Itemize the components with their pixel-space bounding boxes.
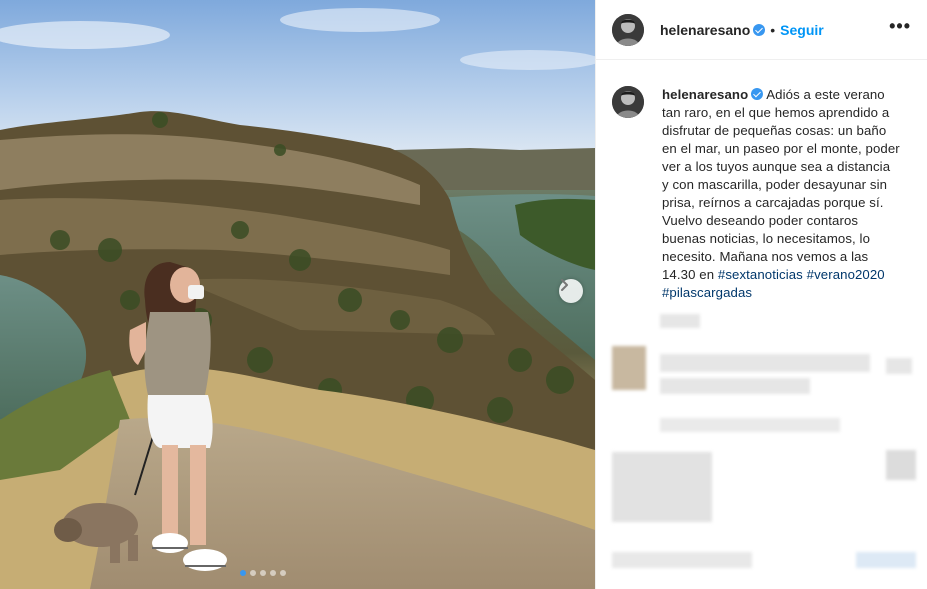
blurred-like-icon	[886, 358, 912, 374]
caption-text-block: helenaresano Adiós a este verano tan rar…	[662, 86, 900, 302]
hashtag-link[interactable]: #verano2020	[807, 267, 885, 282]
carousel-dot	[240, 570, 246, 576]
post-photo[interactable]	[0, 0, 595, 589]
blurred-comment-text	[660, 354, 870, 372]
verified-badge-icon	[753, 23, 766, 36]
header-separator: •	[770, 21, 776, 38]
chevron-right-icon	[561, 279, 568, 291]
carousel-dot	[250, 570, 256, 576]
blurred-comment-avatar	[612, 346, 646, 390]
hashtag-link[interactable]: #pilascargadas	[662, 285, 752, 300]
blurred-comment-block	[612, 452, 712, 522]
post-caption: helenaresano Adiós a este verano tan rar…	[596, 60, 927, 302]
more-options-icon[interactable]: •••	[889, 16, 911, 43]
blurred-comment-text	[660, 378, 810, 394]
blurred-footer-link	[856, 552, 916, 568]
blurred-comment-meta	[660, 418, 840, 432]
verified-badge-icon	[751, 88, 764, 100]
caption-avatar[interactable]	[612, 86, 644, 118]
profile-picture	[612, 86, 644, 118]
profile-picture	[612, 13, 644, 46]
post-header: helenaresano • Seguir •••	[596, 0, 927, 60]
carousel-dot	[280, 570, 286, 576]
post-side-panel: helenaresano • Seguir ••• helenaresano A…	[595, 0, 927, 589]
landscape-image	[0, 0, 595, 589]
carousel-dot	[270, 570, 276, 576]
blurred-like-icon	[886, 450, 916, 480]
next-slide-button[interactable]	[559, 279, 583, 303]
caption-body: Adiós a este verano tan raro, en el que …	[662, 87, 900, 282]
avatar[interactable]	[612, 13, 644, 46]
blurred-footer-text	[612, 552, 752, 568]
follow-button[interactable]: Seguir	[780, 22, 824, 38]
carousel-indicator	[240, 570, 286, 576]
blurred-timestamp	[660, 314, 700, 328]
hashtag-link[interactable]: #sextanoticias	[718, 267, 803, 282]
header-username[interactable]: helenaresano	[660, 22, 750, 38]
caption-username[interactable]: helenaresano	[662, 87, 748, 102]
carousel-dot	[260, 570, 266, 576]
